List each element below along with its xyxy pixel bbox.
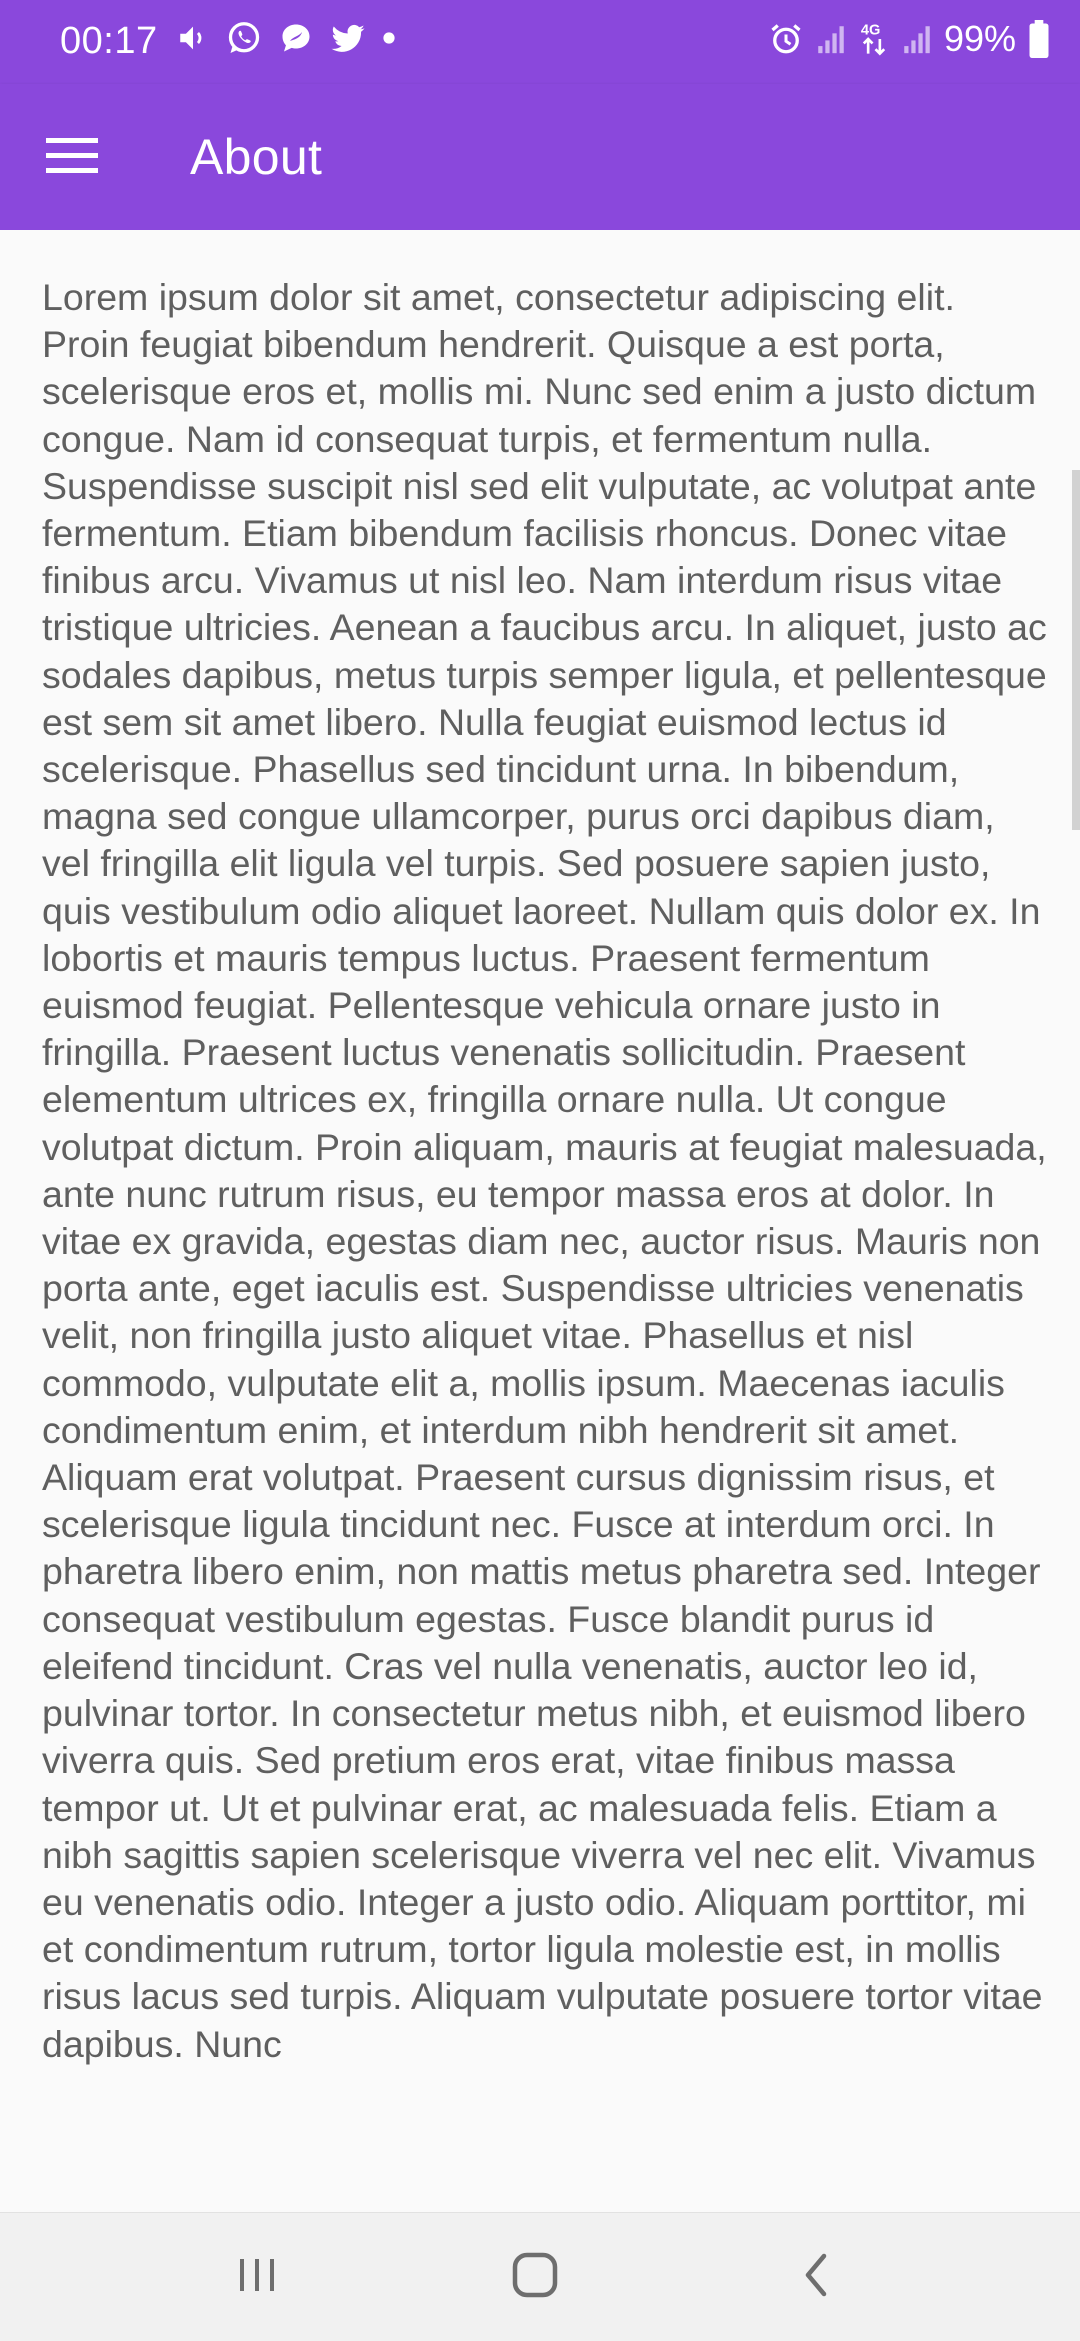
dot-icon [382,31,396,45]
recents-button[interactable] [212,2237,302,2317]
chat-bubble-icon [278,20,314,56]
back-button[interactable] [773,2237,863,2317]
status-bar: 00:17 4G 99% [0,0,1080,84]
twitter-icon [330,20,366,56]
home-icon [510,2250,560,2305]
recents-icon [235,2253,279,2302]
about-text: Lorem ipsum dolor sit amet, consectetur … [42,276,1047,2065]
menu-button[interactable] [36,121,108,193]
system-icons: 4G 99% [768,18,1050,60]
page-title: About [190,129,323,185]
alarm-icon [768,21,804,57]
scrollbar[interactable] [1072,470,1080,830]
battery-percentage: 99% [943,18,1016,59]
volume-icon [176,21,210,55]
svg-text:4G: 4G [861,23,881,39]
navigation-bar [0,2212,1080,2341]
menu-icon [46,135,98,180]
content-scroll-area[interactable]: Lorem ipsum dolor sit amet, consectetur … [0,230,1080,2212]
back-icon [796,2250,840,2305]
signal-icon [902,22,932,56]
app-bar: About [0,84,1080,230]
home-button[interactable] [490,2237,580,2317]
whatsapp-icon [226,20,262,56]
signal-icon [816,22,846,56]
network-4g-icon: 4G [858,20,890,58]
status-time: 00:17 [60,20,158,62]
battery-icon [1028,20,1050,58]
notification-icons [176,20,396,56]
